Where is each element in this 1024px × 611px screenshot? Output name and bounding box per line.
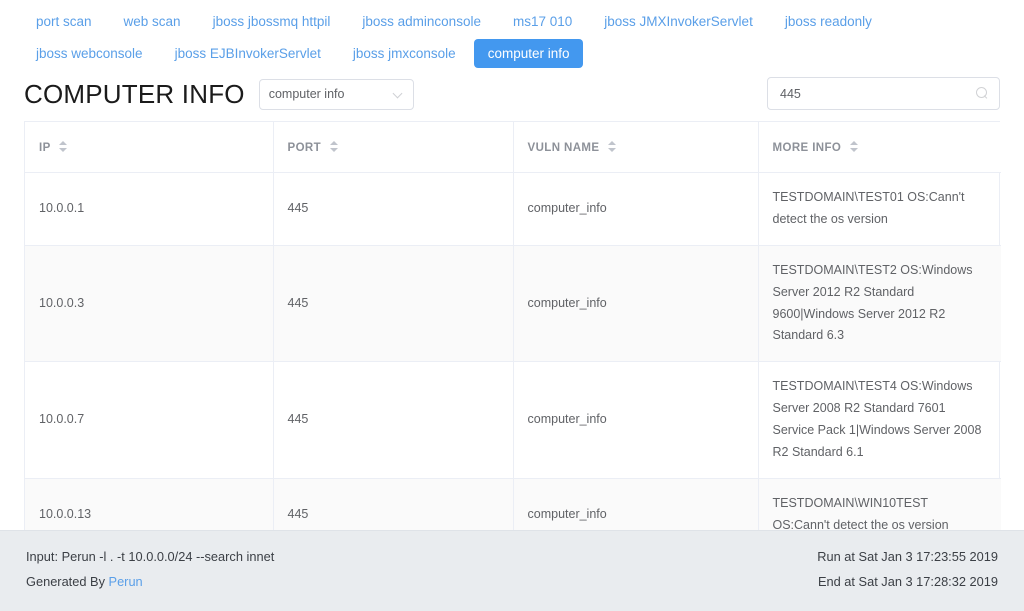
report-type-select[interactable]: computer info <box>258 78 414 110</box>
tab-ms17-010[interactable]: ms17 010 <box>499 7 586 37</box>
cell-ip: 10.0.0.1 <box>25 172 274 246</box>
footer-generated-by: Generated By Perun <box>26 573 143 589</box>
table-row[interactable]: 10.0.0.3 445 computer_info TESTDOMAIN\TE… <box>25 245 1001 363</box>
search-icon[interactable] <box>976 87 989 100</box>
tab-jboss-readonly[interactable]: jboss readonly <box>771 7 886 37</box>
footer: Input: Perun -l . -t 10.0.0.0/24 --searc… <box>0 530 1024 611</box>
column-header-vuln-name-label: VULN NAME <box>527 142 600 154</box>
cell-vuln-name: computer_info <box>513 361 759 479</box>
cell-more-info: TESTDOMAIN\TEST01 OS:Cann't detect the o… <box>758 172 1001 246</box>
table-row[interactable]: 10.0.0.7 445 computer_info TESTDOMAIN\TE… <box>25 361 1001 479</box>
footer-row-generated: Generated By Perun End at Sat Jan 3 17:2… <box>26 570 998 595</box>
column-header-vuln-name[interactable]: VULN NAME <box>513 122 759 173</box>
tab-jboss-ejbinvokerservlet[interactable]: jboss EJBInvokerServlet <box>161 39 335 69</box>
search-box[interactable] <box>767 77 1000 110</box>
cell-ip: 10.0.0.3 <box>25 245 274 363</box>
chevron-down-icon <box>394 89 404 99</box>
cell-port: 445 <box>273 245 514 363</box>
sort-icon[interactable] <box>329 140 339 153</box>
column-header-ip-label: IP <box>39 142 51 154</box>
sort-icon[interactable] <box>608 140 617 153</box>
cell-ip: 10.0.0.7 <box>25 361 274 479</box>
title-row: COMPUTER INFO computer info <box>0 69 1024 115</box>
footer-run-at: Run at Sat Jan 3 17:23:55 2019 <box>817 549 998 564</box>
footer-end-at: End at Sat Jan 3 17:28:32 2019 <box>817 573 998 589</box>
page-title: COMPUTER INFO <box>24 79 245 109</box>
cell-more-info: TESTDOMAIN\TEST2 OS:Windows Server 2012 … <box>758 245 1001 363</box>
table-header-row: IP PORT VULN NAME MORE INFO <box>25 122 1001 173</box>
tab-port-scan[interactable]: port scan <box>22 7 106 37</box>
app-root: port scan web scan jboss jbossmq httpil … <box>0 0 1024 611</box>
column-header-more-info[interactable]: MORE INFO <box>758 122 1001 173</box>
footer-input-command: Input: Perun -l . -t 10.0.0.0/24 --searc… <box>26 549 275 564</box>
table-row[interactable]: 10.0.0.1 445 computer_info TESTDOMAIN\TE… <box>25 172 1001 246</box>
tab-jboss-webconsole[interactable]: jboss webconsole <box>22 39 157 69</box>
footer-perun-link[interactable]: Perun <box>109 574 143 589</box>
column-header-port-label: PORT <box>287 142 322 154</box>
column-header-port[interactable]: PORT <box>273 122 514 173</box>
column-header-ip[interactable]: IP <box>25 122 274 173</box>
tab-computer-info[interactable]: computer info <box>473 38 584 68</box>
cell-port: 445 <box>273 361 514 479</box>
search-input[interactable] <box>778 85 976 102</box>
footer-generated-prefix: Generated By <box>26 573 109 589</box>
cell-vuln-name: computer_info <box>513 172 759 246</box>
report-type-select-value: computer info <box>268 87 345 101</box>
tab-jboss-jmxconsole[interactable]: jboss jmxconsole <box>339 39 470 69</box>
tab-jboss-adminconsole[interactable]: jboss adminconsole <box>348 7 495 37</box>
sort-icon[interactable] <box>59 140 68 153</box>
footer-row-input: Input: Perun -l . -t 10.0.0.0/24 --searc… <box>26 545 998 570</box>
tab-web-scan[interactable]: web scan <box>110 7 195 37</box>
tab-jboss-jbossmq-httpil[interactable]: jboss jbossmq httpil <box>199 7 345 37</box>
table-head: IP PORT VULN NAME MORE INFO <box>25 122 1001 173</box>
cell-more-info: TESTDOMAIN\TEST4 OS:Windows Server 2008 … <box>758 361 1001 479</box>
cell-vuln-name: computer_info <box>513 245 759 363</box>
cell-port: 445 <box>273 172 514 246</box>
column-header-more-info-label: MORE INFO <box>772 142 842 154</box>
sort-icon[interactable] <box>849 140 859 153</box>
tab-bar: port scan web scan jboss jbossmq httpil … <box>0 0 1024 69</box>
tab-jboss-jmxinvokerservlet[interactable]: jboss JMXInvokerServlet <box>590 7 767 37</box>
